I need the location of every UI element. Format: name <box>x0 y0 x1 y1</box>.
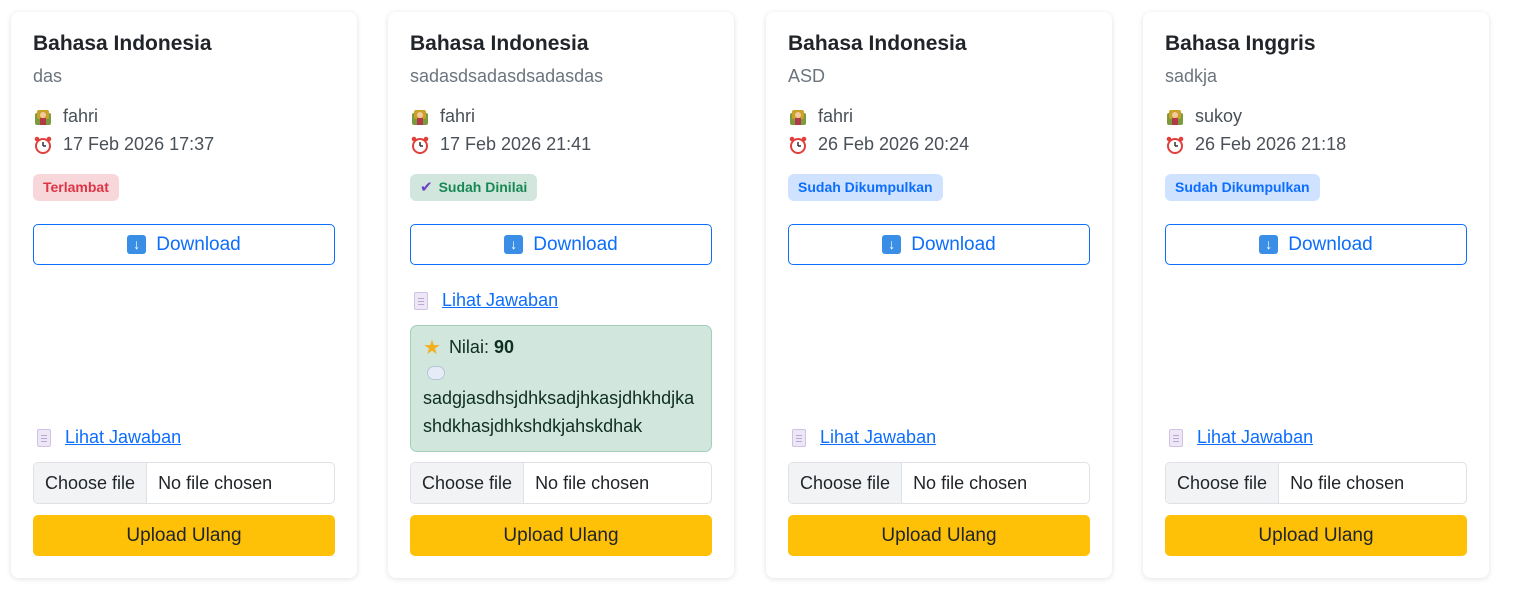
upload-again-button[interactable]: Upload Ulang <box>33 515 335 556</box>
teacher-name: fahri <box>63 106 99 126</box>
download-arrow-icon: ↓ <box>1259 235 1279 254</box>
deadline-row: 26 Feb 2026 20:24 <box>788 134 969 155</box>
teacher-icon <box>35 109 51 125</box>
download-button[interactable]: ↓ Download <box>1165 224 1467 265</box>
download-arrow-icon: ↓ <box>504 235 524 254</box>
file-input[interactable]: Choose file No file chosen <box>33 462 335 504</box>
file-status: No file chosen <box>913 472 1028 493</box>
teacher-row: fahri <box>410 106 475 127</box>
document-icon <box>1169 428 1183 447</box>
file-input[interactable]: Choose file No file chosen <box>788 462 1090 504</box>
download-arrow-icon: ↓ <box>882 235 902 254</box>
download-label: Download <box>156 233 241 255</box>
view-answer-link[interactable]: Lihat Jawaban <box>442 290 558 311</box>
view-answer-row: Lihat Jawaban <box>1165 427 1313 448</box>
download-label: Download <box>1288 233 1373 255</box>
document-icon <box>37 428 51 447</box>
card-title: Bahasa Indonesia <box>410 32 589 55</box>
card-description: sadkja <box>1165 66 1218 86</box>
download-label: Download <box>533 233 618 255</box>
assignment-card: Bahasa Indonesia ASD fahri 26 Feb 2026 2… <box>766 12 1112 578</box>
file-status: No file chosen <box>158 472 273 493</box>
status-badge: Sudah Dikumpulkan <box>788 174 943 201</box>
deadline-text: 17 Feb 2026 21:41 <box>440 134 592 154</box>
view-answer-row: Lihat Jawaban <box>410 290 558 311</box>
upload-again-button[interactable]: Upload Ulang <box>788 515 1090 556</box>
choose-file-button[interactable]: Choose file <box>789 463 903 503</box>
alarm-clock-icon <box>411 136 429 154</box>
card-title: Bahasa Indonesia <box>33 32 212 55</box>
download-button[interactable]: ↓ Download <box>788 224 1090 265</box>
star-icon: ★ <box>423 336 441 359</box>
status-badge: ✔ Sudah Dinilai <box>410 174 538 201</box>
card-title: Bahasa Indonesia <box>788 32 967 55</box>
card-description: sadasdsadasdsadasdas <box>410 66 604 86</box>
upload-again-button[interactable]: Upload Ulang <box>410 515 712 556</box>
document-icon <box>792 428 806 447</box>
alarm-clock-icon <box>34 136 52 154</box>
choose-file-button[interactable]: Choose file <box>34 463 148 503</box>
status-label: Sudah Dikumpulkan <box>1175 179 1310 195</box>
view-answer-row: Lihat Jawaban <box>788 427 936 448</box>
deadline-text: 17 Feb 2026 17:37 <box>63 134 215 154</box>
grade-comment: sadgjasdhsjdhksadjhkasjdhkhdjkashdkhasjd… <box>423 388 695 436</box>
file-status: No file chosen <box>535 472 650 493</box>
deadline-row: 26 Feb 2026 21:18 <box>1165 134 1346 155</box>
view-answer-link[interactable]: Lihat Jawaban <box>1197 427 1313 448</box>
check-icon: ✔ <box>420 179 433 196</box>
grade-box: ★ Nilai: 90 sadgjasdhsjdhksadjhkasjdhkhd… <box>410 325 712 452</box>
teacher-row: fahri <box>33 106 98 127</box>
assignment-grid: Bahasa Indonesia das fahri 17 Feb 2026 1… <box>0 0 1528 598</box>
download-arrow-icon: ↓ <box>127 235 147 254</box>
deadline-text: 26 Feb 2026 20:24 <box>818 134 970 154</box>
download-label: Download <box>911 233 996 255</box>
file-input[interactable]: Choose file No file chosen <box>1165 462 1467 504</box>
deadline-row: 17 Feb 2026 17:37 <box>33 134 214 155</box>
teacher-icon <box>790 109 806 125</box>
view-answer-link[interactable]: Lihat Jawaban <box>65 427 181 448</box>
choose-file-button[interactable]: Choose file <box>411 463 525 503</box>
grade-value: 90 <box>493 336 514 357</box>
view-answer-row: Lihat Jawaban <box>33 427 181 448</box>
teacher-icon <box>1167 109 1183 125</box>
status-label: Sudah Dikumpulkan <box>798 179 933 195</box>
view-answer-link[interactable]: Lihat Jawaban <box>820 427 936 448</box>
teacher-row: sukoy <box>1165 106 1242 127</box>
upload-again-button[interactable]: Upload Ulang <box>1165 515 1467 556</box>
assignment-card: Bahasa Indonesia sadasdsadasdsadasdas fa… <box>388 12 734 578</box>
grade-label: Nilai: <box>448 336 489 357</box>
status-label: Terlambat <box>43 179 109 195</box>
file-status: No file chosen <box>1290 472 1405 493</box>
teacher-name: fahri <box>440 106 476 126</box>
deadline-row: 17 Feb 2026 21:41 <box>410 134 591 155</box>
teacher-row: fahri <box>788 106 853 127</box>
choose-file-button[interactable]: Choose file <box>1166 463 1280 503</box>
teacher-icon <box>412 109 428 125</box>
assignment-card: Bahasa Indonesia das fahri 17 Feb 2026 1… <box>11 12 357 578</box>
card-description: ASD <box>788 66 826 86</box>
status-badge: Sudah Dikumpulkan <box>1165 174 1320 201</box>
alarm-clock-icon <box>1166 136 1184 154</box>
assignment-card: Bahasa Inggris sadkja sukoy 26 Feb 2026 … <box>1143 12 1489 578</box>
card-title: Bahasa Inggris <box>1165 32 1316 55</box>
status-badge: Terlambat <box>33 174 119 201</box>
download-button[interactable]: ↓ Download <box>410 224 712 265</box>
speech-bubble-icon <box>427 366 445 380</box>
status-label: Sudah Dinilai <box>438 179 528 195</box>
card-description: das <box>33 66 63 86</box>
alarm-clock-icon <box>789 136 807 154</box>
file-input[interactable]: Choose file No file chosen <box>410 462 712 504</box>
grade-line: ★ Nilai: 90 <box>423 334 699 360</box>
teacher-name: fahri <box>818 106 854 126</box>
teacher-name: sukoy <box>1195 106 1243 126</box>
download-button[interactable]: ↓ Download <box>33 224 335 265</box>
deadline-text: 26 Feb 2026 21:18 <box>1195 134 1347 154</box>
document-icon <box>414 291 428 310</box>
